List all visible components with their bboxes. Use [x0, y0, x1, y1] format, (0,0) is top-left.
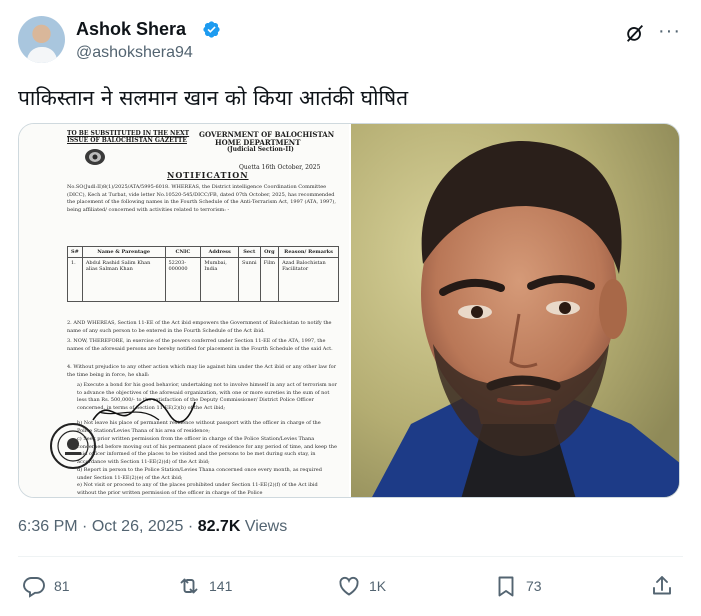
doc-table-header: Org	[259, 246, 280, 258]
doc-para-7: c) Seek prior written permission from th…	[77, 436, 337, 465]
doc-table-header: Sect	[237, 246, 261, 258]
divider-line	[18, 556, 683, 557]
doc-date: Quetta 16th October, 2025	[239, 164, 321, 171]
doc-top-right-line3: (Judicial Section-II)	[227, 146, 294, 153]
tweet-header: Ashok Shera @ashokshera94 ···	[18, 16, 683, 68]
doc-para-8: d) Report in person to the Police Statio…	[77, 467, 322, 481]
doc-table-cell: 52203-000000	[164, 257, 202, 302]
doc-table-cell: Mumbai, India	[200, 257, 239, 302]
doc-title: NOTIFICATION	[167, 170, 249, 180]
doc-para-9: e) Not visit or proceed to any of the pl…	[77, 482, 318, 496]
doc-table-header: Reason/ Remarks	[278, 246, 339, 258]
share-button[interactable]	[650, 573, 674, 599]
like-icon	[339, 576, 359, 596]
doc-table-header: CNIC	[164, 246, 202, 258]
grok-icon[interactable]	[624, 22, 646, 44]
emblem-icon	[85, 149, 105, 165]
reply-icon	[23, 577, 45, 598]
reply-button[interactable]: 81	[22, 573, 70, 599]
doc-table-header: Address	[200, 246, 239, 258]
tweet-time[interactable]: 6:36 PM	[18, 518, 78, 535]
verified-badge-icon[interactable]	[202, 20, 221, 39]
meta-separator-2: ·	[187, 518, 194, 535]
views-label: Views	[244, 518, 288, 535]
bookmark-button[interactable]: 73	[494, 573, 542, 599]
signature-mark	[92, 398, 196, 423]
notification-document-image[interactable]: TO BE SUBSTITUTED IN THE NEXT ISSUE OF B…	[19, 124, 349, 497]
views-count: 82.7K	[197, 518, 241, 535]
like-count: 1K	[369, 578, 387, 594]
repost-icon	[180, 578, 198, 594]
repost-count: 141	[209, 578, 233, 594]
doc-top-left-line2: ISSUE OF BALOCHISTAN GAZETTE	[67, 137, 187, 144]
doc-para-4: 4. Without prejudice to any other action…	[67, 364, 337, 378]
more-options-icon[interactable]: ···	[658, 21, 681, 41]
doc-table-cell: Azad Balochistan Facilitator	[278, 257, 339, 302]
doc-table: S# Name & Parentage CNIC Address Sect Or…	[67, 246, 339, 302]
doc-top-left-line1: TO BE SUBSTITUTED IN THE NEXT	[67, 130, 190, 137]
reply-count: 81	[54, 578, 70, 594]
meta-separator-1: ·	[82, 518, 88, 535]
doc-para-1: No.SO(Judl:II)8(1)/2025/ATA/5995-6018. W…	[67, 184, 336, 213]
author-handle[interactable]: @ashokshera94	[76, 44, 193, 62]
like-button[interactable]: 1K	[337, 573, 386, 599]
repost-button[interactable]: 141	[177, 573, 232, 599]
doc-table-header: S#	[67, 246, 83, 258]
bookmark-icon	[498, 576, 514, 597]
doc-table-cell: Sunni	[237, 257, 261, 302]
doc-table-cell: 1.	[67, 257, 83, 302]
doc-table-cell: Film	[259, 257, 280, 302]
doc-para-3: 3. NOW, THEREFORE, in exercise of the po…	[67, 338, 333, 352]
salman-khan-photo[interactable]	[351, 124, 679, 497]
doc-table-cell: Abdul Rashid Salim Khan alias Salman Kha…	[81, 257, 166, 302]
tweet-meta: 6:36 PM · Oct 26, 2025 · 82.7K Views	[18, 518, 287, 536]
media-grid: TO BE SUBSTITUTED IN THE NEXT ISSUE OF B…	[18, 123, 680, 498]
tweet-text: पाकिस्तान ने सलमान खान को किया आतंकी घोष…	[18, 86, 409, 110]
author-name[interactable]: Ashok Shera	[76, 19, 186, 40]
official-seal-icon	[50, 423, 96, 469]
portrait-illustration	[351, 124, 679, 497]
bookmark-count: 73	[526, 578, 542, 594]
avatar[interactable]	[18, 16, 65, 63]
share-icon	[653, 576, 671, 595]
tweet-date[interactable]: Oct 26, 2025	[92, 518, 184, 535]
doc-para-2: 2. AND WHEREAS, Section 11-EE of the Act…	[67, 320, 332, 334]
doc-table-header: Name & Parentage	[81, 246, 166, 258]
